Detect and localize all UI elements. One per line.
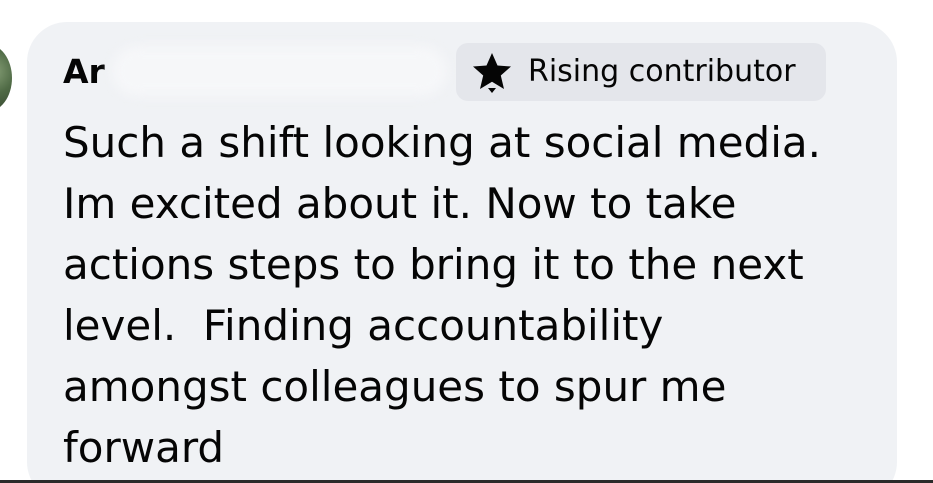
comment-line: forward	[63, 423, 225, 472]
avatar[interactable]	[0, 44, 12, 112]
comment-line: Im excited about it. Now to take	[63, 179, 737, 228]
comment-line: amongst colleagues to spur me	[63, 362, 727, 411]
author-name[interactable]: Ar	[63, 52, 105, 92]
rising-contributor-badge[interactable]: Rising contributor	[456, 43, 826, 101]
comment-line: Such a shift looking at social media.	[63, 118, 821, 167]
comment-text: Such a shift looking at social media. Im…	[63, 112, 863, 478]
star-icon	[470, 50, 514, 94]
badge-label: Rising contributor	[528, 54, 796, 89]
comment-line: level. Finding accountability	[63, 301, 664, 350]
comment-screenshot: Ar Rising contributor Such a shift looki…	[0, 0, 933, 483]
comment-line: actions steps to bring it to the next	[63, 240, 804, 289]
redacted-name-blur	[112, 46, 447, 96]
